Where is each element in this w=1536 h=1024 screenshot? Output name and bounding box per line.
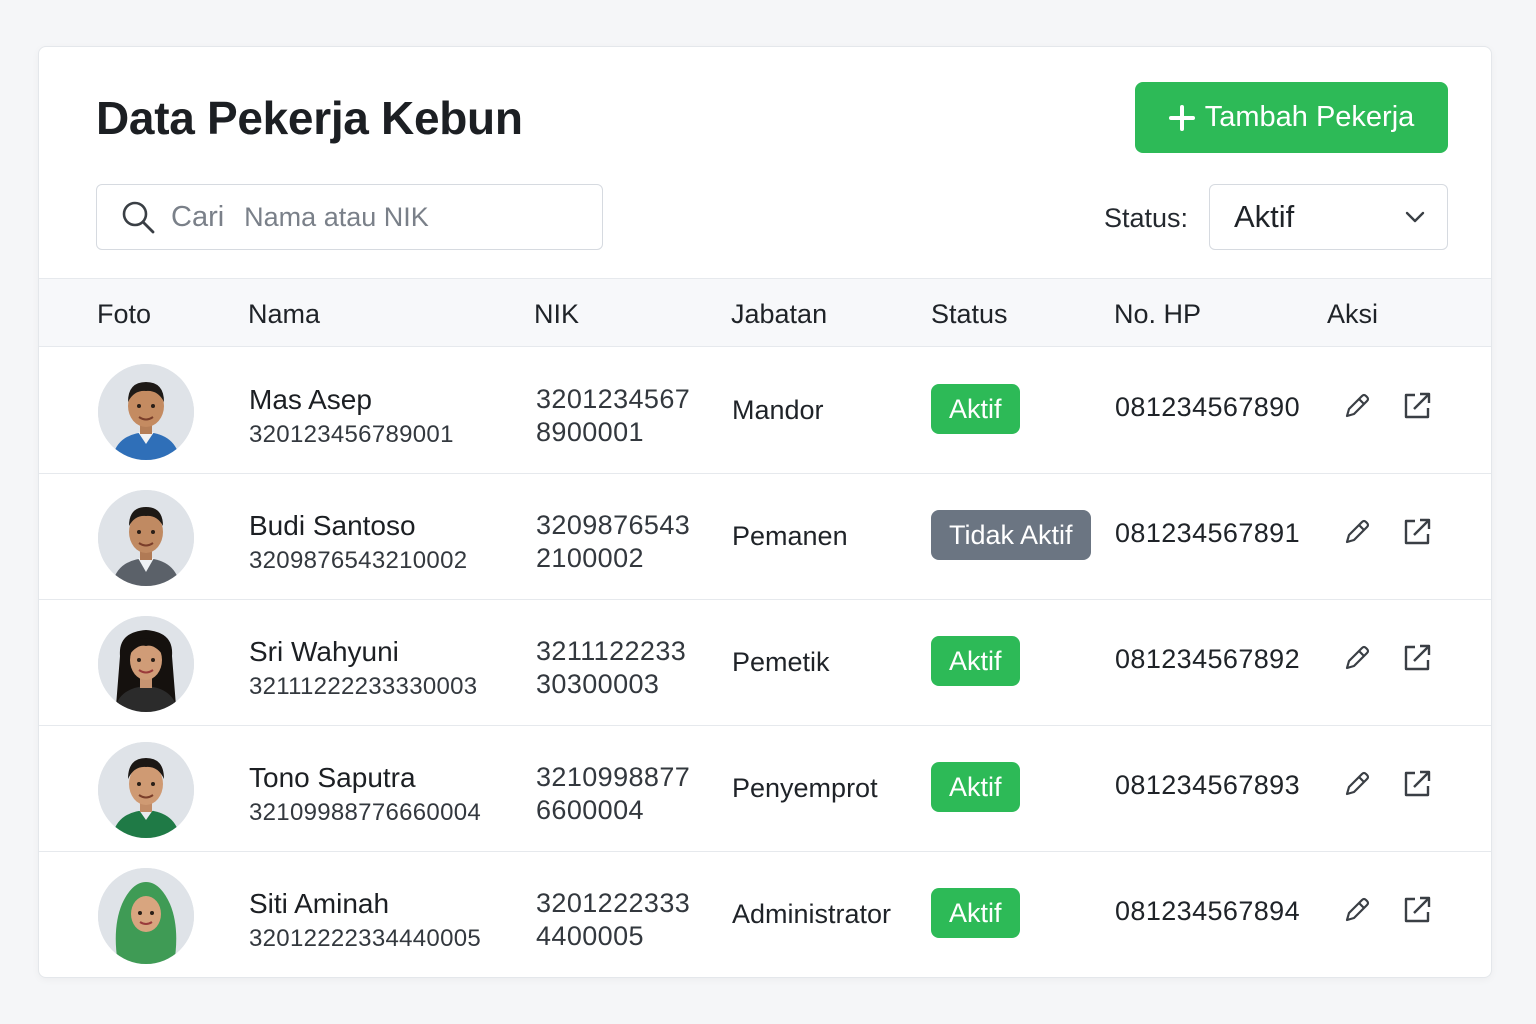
worker-name: Tono Saputra: [249, 762, 416, 793]
worker-nik: 321112223330300003: [536, 636, 687, 699]
add-worker-button[interactable]: Tambah Pekerja: [1135, 82, 1448, 153]
status-badge: Aktif: [931, 636, 1020, 686]
table-row: Sri Wahyuni 3211122223333​0003 321112223…: [39, 600, 1491, 726]
external-link-icon[interactable]: [1401, 642, 1433, 674]
avatar: [98, 364, 194, 460]
worker-name: Siti Aminah: [249, 888, 390, 919]
column-header-nama: Nama: [248, 299, 321, 329]
worker-name: Mas Asep: [249, 384, 372, 415]
avatar: [98, 616, 194, 712]
worker-position: Penyemprot: [732, 773, 878, 803]
chevron-down-icon: [1405, 211, 1425, 223]
external-link-icon[interactable]: [1401, 768, 1433, 800]
column-header-status: Status: [931, 299, 1008, 329]
worker-nik: 32098765432100002: [536, 510, 691, 573]
status-badge: Aktif: [931, 762, 1020, 812]
table-row: Mas Asep 320123456789001 320123456789000…: [39, 348, 1491, 474]
column-header-aksi: Aksi: [1327, 299, 1379, 329]
status-badge: Aktif: [931, 888, 1020, 938]
page-title: Data Pekerja Kebun: [96, 92, 523, 144]
pencil-icon[interactable]: [1341, 642, 1373, 674]
pencil-icon[interactable]: [1341, 516, 1373, 548]
avatar: [98, 742, 194, 838]
worker-position: Administrator: [732, 899, 892, 929]
worker-name-nik: 320123456789001: [249, 421, 454, 448]
pencil-icon[interactable]: [1341, 768, 1373, 800]
plus-icon: [1168, 104, 1195, 131]
column-header-foto: Foto: [97, 299, 152, 329]
external-link-icon[interactable]: [1401, 894, 1433, 926]
external-link-icon[interactable]: [1401, 516, 1433, 548]
worker-position: Pemanen: [732, 521, 848, 551]
avatar: [98, 490, 194, 586]
worker-name: Sri Wahyuni: [249, 636, 399, 667]
pencil-icon[interactable]: [1341, 894, 1373, 926]
search-icon: [122, 201, 155, 234]
worker-phone: 081234567894: [1115, 896, 1300, 926]
worker-nik: 32012223334400005: [536, 888, 691, 951]
search-input[interactable]: [244, 201, 545, 233]
table-row: Siti Aminah 3201222233444​0005 320122233…: [39, 852, 1491, 977]
status-filter-label: Status:: [1104, 203, 1189, 233]
worker-name-nik: 3201222233444​0005: [249, 925, 482, 952]
column-header-phone: No. HP: [1114, 299, 1202, 329]
external-link-icon[interactable]: [1401, 390, 1433, 422]
avatar: [98, 868, 194, 964]
worker-phone: 081234567890: [1115, 392, 1300, 422]
table-row: Budi Santoso 3209876543210002 3209876543…: [39, 474, 1491, 600]
pencil-icon[interactable]: [1341, 390, 1373, 422]
worker-name-nik: 3210998877666​0004: [249, 799, 482, 826]
worker-phone: 081234567893: [1115, 770, 1300, 800]
status-badge: Aktif: [931, 384, 1020, 434]
worker-phone: 081234567892: [1115, 644, 1300, 674]
worker-nik: 32109988776600004: [536, 762, 691, 825]
worker-phone: 081234567891: [1115, 518, 1300, 548]
search-label: Cari: [171, 200, 225, 233]
worker-name-nik: 3209876543210002: [249, 547, 468, 574]
column-header-jabatan: Jabatan: [731, 299, 828, 329]
search-box[interactable]: Cari: [96, 184, 603, 250]
status-badge: Tidak Aktif: [931, 510, 1091, 560]
worker-name: Budi Santoso: [249, 510, 416, 541]
table-header: Foto Nama NIK Jabatan Status No. HP Aksi: [39, 278, 1491, 347]
worker-name-nik: 3211122223333​0003: [249, 673, 478, 700]
workers-card: Data Pekerja Kebun Tambah Pekerja Cari S…: [38, 46, 1492, 978]
status-filter-value: Aktif: [1234, 199, 1295, 234]
add-worker-button-label: Tambah Pekerja: [1204, 101, 1415, 133]
worker-position: Mandor: [732, 395, 824, 425]
worker-position: Pemetik: [732, 647, 830, 677]
worker-nik: 32012345678900001: [536, 384, 691, 447]
column-header-nik: NIK: [534, 299, 580, 329]
status-filter-select[interactable]: Aktif: [1209, 184, 1448, 250]
table-row: Tono Saputra 3210998877666​0004 32109988…: [39, 726, 1491, 852]
